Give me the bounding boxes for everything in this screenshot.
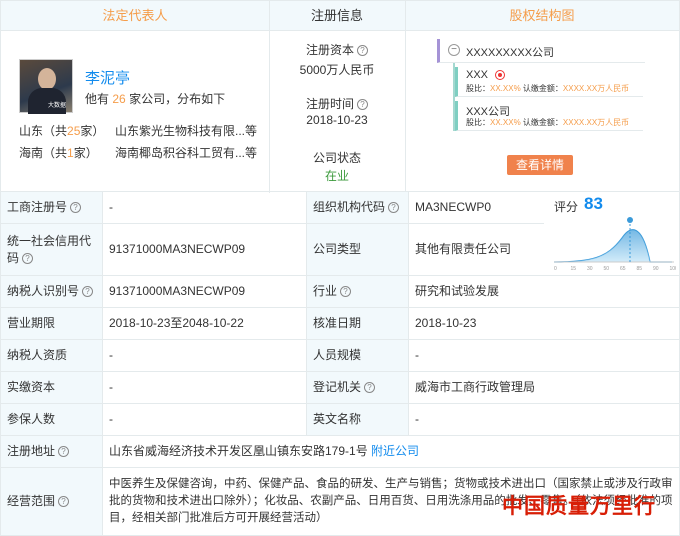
- region-row[interactable]: 山东（共25家）: [19, 122, 104, 139]
- help-icon: ?: [58, 496, 70, 507]
- row-value: 威海市工商行政管理局: [415, 380, 536, 394]
- capital-value: 5000万人民币: [299, 63, 375, 77]
- help-icon: ?: [388, 202, 400, 213]
- nearby-companies-link[interactable]: 附近公司: [371, 443, 419, 460]
- row-label: 参保人数: [1, 404, 103, 435]
- region-desc[interactable]: 山东紫光生物科技有限...等: [115, 122, 257, 139]
- row-value: 2018-10-23: [415, 316, 477, 330]
- avatar[interactable]: 大数据: [19, 59, 73, 114]
- row-label: 公司类型: [307, 224, 409, 275]
- view-details-button[interactable]: 查看详情: [507, 155, 573, 175]
- row-label: 核准日期: [307, 308, 409, 339]
- summary-panel: 法定代表人 注册信息 股权结构图 大数据 李泥亭 他有 26 家公司，分布如下 …: [0, 0, 680, 193]
- table-row: 注册地址? 山东省威海经济技术开发区凰山镇东安路179-1号 附近公司: [0, 436, 680, 468]
- row-label: 统一社会信用代码?: [1, 224, 103, 275]
- row-label: 注册地址?: [1, 436, 103, 467]
- score-tick-label: 90: [653, 266, 659, 272]
- row-label: 组织机构代码?: [307, 192, 409, 223]
- row-label: 经营范围?: [1, 468, 103, 535]
- row-value: 91371000MA3NECWP09: [103, 276, 307, 307]
- score-tick-label: 50: [604, 266, 610, 272]
- score-tick-label: 85: [637, 266, 643, 272]
- row-value: 研究和试验发展: [415, 284, 500, 298]
- region-row[interactable]: 海南（共1家）: [19, 144, 98, 161]
- score-tick-label: 0: [554, 266, 557, 272]
- equity-root[interactable]: − XXXXXXXXX公司: [437, 39, 645, 63]
- companies-count[interactable]: 26: [112, 92, 125, 106]
- row-label: 人员规模: [307, 340, 409, 371]
- score-tick-label: 100: [670, 266, 677, 272]
- status-badge: 在业: [324, 169, 349, 183]
- score-distribution-chart: 0 15 30 50 65 85 90 100: [553, 217, 677, 272]
- help-icon: ?: [340, 286, 352, 297]
- region-desc[interactable]: 海南椰岛积谷科工贸有...等: [115, 144, 257, 161]
- row-label: 营业期限: [1, 308, 103, 339]
- score-value: 83: [584, 194, 603, 213]
- row-value: -: [415, 348, 419, 362]
- row-label: 登记机关?: [307, 372, 409, 403]
- row-value: 其他有限责任公司: [409, 224, 545, 275]
- row-label: 工商注册号?: [1, 192, 103, 223]
- row-value: -: [103, 372, 307, 403]
- companies-summary: 他有 26 家公司，分布如下: [85, 92, 226, 106]
- help-icon: ?: [70, 202, 82, 213]
- help-icon: ?: [364, 382, 376, 393]
- table-row: 纳税人资质 - 人员规模 -: [0, 340, 680, 372]
- table-row: 纳税人识别号? 91371000MA3NECWP09 行业? 研究和试验发展: [0, 276, 680, 308]
- date-label: 注册时间?: [269, 95, 405, 112]
- table-row: 实缴资本 - 登记机关? 威海市工商行政管理局: [0, 372, 680, 404]
- help-icon: ?: [22, 252, 34, 264]
- score-tick-label: 30: [587, 266, 593, 272]
- help-icon: ?: [357, 45, 368, 57]
- row-value: -: [103, 404, 307, 435]
- table-row: 参保人数 - 英文名称 -: [0, 404, 680, 436]
- score-panel[interactable]: 评分 83 0153050658590100: [544, 192, 680, 276]
- header-legal-rep: 法定代表人: [1, 1, 269, 31]
- help-icon: ?: [82, 286, 94, 297]
- capital-label: 注册资本?: [269, 41, 405, 58]
- help-icon: ?: [58, 446, 70, 457]
- row-label: 纳税人识别号?: [1, 276, 103, 307]
- row-value: MA3NECWP0: [409, 192, 545, 223]
- score-tick-label: 65: [620, 266, 626, 272]
- legal-rep-name[interactable]: 李泥亭: [85, 67, 130, 88]
- score-marker: [627, 217, 633, 223]
- row-label: 行业?: [307, 276, 409, 307]
- table-row: 营业期限 2018-10-23至2048-10-22 核准日期 2018-10-…: [0, 308, 680, 340]
- row-value: -: [415, 412, 419, 426]
- shareholder-node[interactable]: XXX 股比：XX.XX% 认缴金额：XXXX.XX万人民币: [455, 67, 643, 97]
- row-value: 2018-10-23至2048-10-22: [103, 308, 307, 339]
- row-label: 英文名称: [307, 404, 409, 435]
- header-reg-info: 注册信息: [269, 1, 405, 31]
- row-value: 山东省威海经济技术开发区凰山镇东安路179-1号 附近公司: [109, 443, 420, 460]
- row-label: 纳税人资质: [1, 340, 103, 371]
- collapse-icon[interactable]: −: [448, 44, 460, 56]
- help-icon: ?: [357, 99, 368, 111]
- row-value: -: [103, 340, 307, 371]
- watermark: 中国质量万里行: [502, 493, 656, 518]
- person-icon: [495, 70, 505, 80]
- row-label: 实缴资本: [1, 372, 103, 403]
- row-value: -: [103, 192, 307, 223]
- row-value: 91371000MA3NECWP09: [103, 224, 307, 275]
- status-label: 公司状态: [312, 151, 361, 165]
- score-tick-label: 15: [571, 266, 577, 272]
- header-equity: 股权结构图: [405, 1, 679, 31]
- date-value: 2018-10-23: [306, 113, 368, 127]
- shareholder-node[interactable]: XXX公司 股比：XX.XX% 认缴金额：XXXX.XX万人民币: [455, 101, 643, 131]
